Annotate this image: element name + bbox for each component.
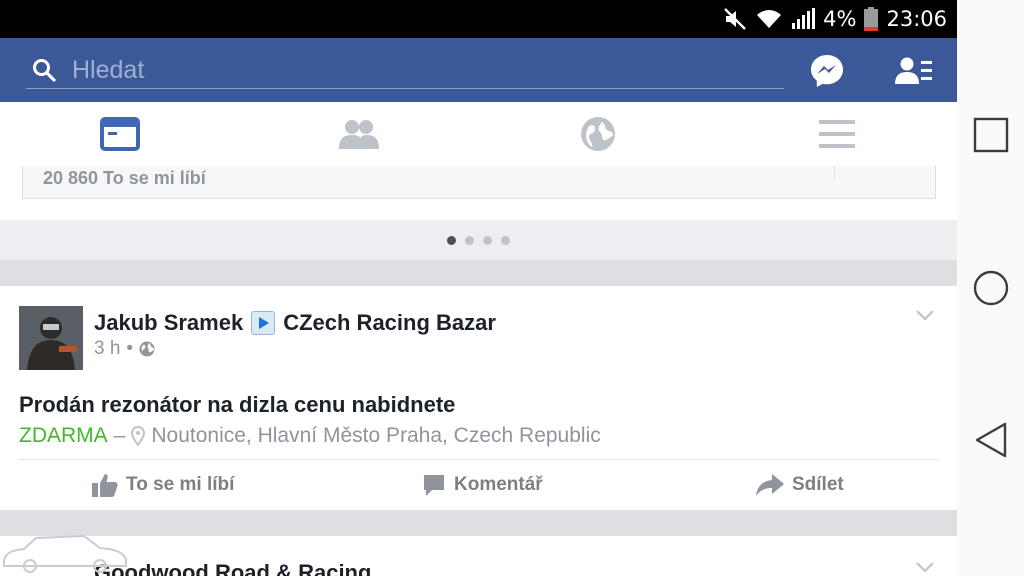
hamburger-icon: [818, 120, 855, 148]
post-location[interactable]: Noutonice, Hlavní Město Praha, Czech Rep…: [151, 424, 600, 448]
android-nav-bar: [957, 0, 1024, 576]
detail-dash: –: [113, 424, 126, 447]
page-likes-count: 20 860 To se mi líbí: [43, 168, 206, 188]
post-author-name[interactable]: Goodwood Road & Racing: [94, 560, 371, 576]
price: ZDARMA: [19, 424, 108, 447]
thumbs-up-icon: [92, 474, 118, 497]
post-author-line: Jakub Sramek CZech Racing Bazar: [94, 310, 496, 336]
tab-bar: [0, 102, 957, 167]
search-icon: [33, 59, 56, 82]
back-button[interactable]: [973, 422, 1009, 458]
meta-separator: •: [126, 338, 134, 359]
post-sale-details: ZDARMA – Noutonice, Hlavní Město Praha, …: [19, 424, 601, 448]
comment-label: Komentář: [454, 474, 543, 495]
top-header: [0, 38, 957, 102]
tab-notifications[interactable]: [478, 102, 717, 166]
status-bar: 4% 23:06: [0, 0, 957, 38]
feed-divider: [0, 510, 957, 536]
search-input[interactable]: [70, 50, 674, 90]
comment-button[interactable]: Komentář: [422, 460, 543, 510]
globe-icon: [580, 117, 615, 151]
public-globe-icon: [139, 341, 155, 357]
home-button[interactable]: [973, 270, 1009, 306]
phone-screen: 4% 23:06 Hledat 20 860 To se mi líbí Jak…: [0, 0, 957, 576]
group-name[interactable]: CZech Racing Bazar: [283, 310, 496, 336]
author-name[interactable]: Jakub Sramek: [94, 310, 243, 336]
messenger-icon[interactable]: [810, 54, 844, 88]
carousel-dot: [465, 235, 474, 245]
like-button[interactable]: To se mi líbí: [92, 460, 234, 510]
share-button[interactable]: Sdílet: [756, 460, 844, 510]
like-label: To se mi líbí: [126, 474, 235, 495]
post-title: Prodán rezonátor na dizla cenu nabidnete: [19, 392, 456, 417]
avatar-image: [19, 306, 83, 370]
carousel-dot: [483, 235, 492, 245]
search-bar[interactable]: [26, 50, 784, 90]
play-arrow-icon: [251, 311, 276, 335]
friend-requests-icon[interactable]: [895, 56, 933, 86]
post-meta: 3 h •: [94, 338, 155, 360]
feed-post: Jakub Sramek CZech Racing Bazar 3 h • Pr…: [0, 286, 957, 510]
signal-icon: [792, 8, 816, 29]
news-feed[interactable]: 20 860 To se mi líbí Jakub Sramek CZech …: [0, 166, 957, 576]
watermark-car-logo: [3, 534, 127, 573]
share-arrow-icon: [756, 474, 784, 496]
comment-icon: [424, 475, 444, 496]
battery-icon: [864, 7, 879, 31]
chevron-down-icon[interactable]: [915, 308, 935, 322]
carousel-pagination: [0, 220, 957, 260]
feed-divider: [0, 260, 957, 286]
card-divider: [834, 166, 835, 180]
news-feed-icon: [99, 117, 140, 151]
suggested-page-card[interactable]: 20 860 To se mi líbí: [22, 166, 936, 199]
carousel-dot: [447, 235, 456, 245]
wifi-icon: [757, 10, 782, 28]
battery-percent: 4%: [823, 7, 857, 31]
clock: 23:06: [886, 7, 947, 31]
chevron-down-icon[interactable]: [915, 560, 935, 574]
tab-menu[interactable]: [717, 102, 956, 166]
tab-friends[interactable]: [239, 102, 478, 166]
location-pin-icon: [131, 426, 146, 446]
post-time[interactable]: 3 h: [94, 338, 120, 360]
friends-icon: [338, 120, 379, 149]
carousel-dot: [501, 235, 510, 245]
mute-icon: [724, 8, 746, 30]
author-avatar[interactable]: [19, 306, 83, 370]
tab-news-feed[interactable]: [0, 102, 239, 166]
post-actions: To se mi líbí Komentář Sdílet: [19, 459, 938, 511]
feed-post: Goodwood Road & Racing: [0, 536, 957, 576]
recent-apps-button[interactable]: [973, 117, 1009, 153]
share-label: Sdílet: [792, 474, 844, 495]
